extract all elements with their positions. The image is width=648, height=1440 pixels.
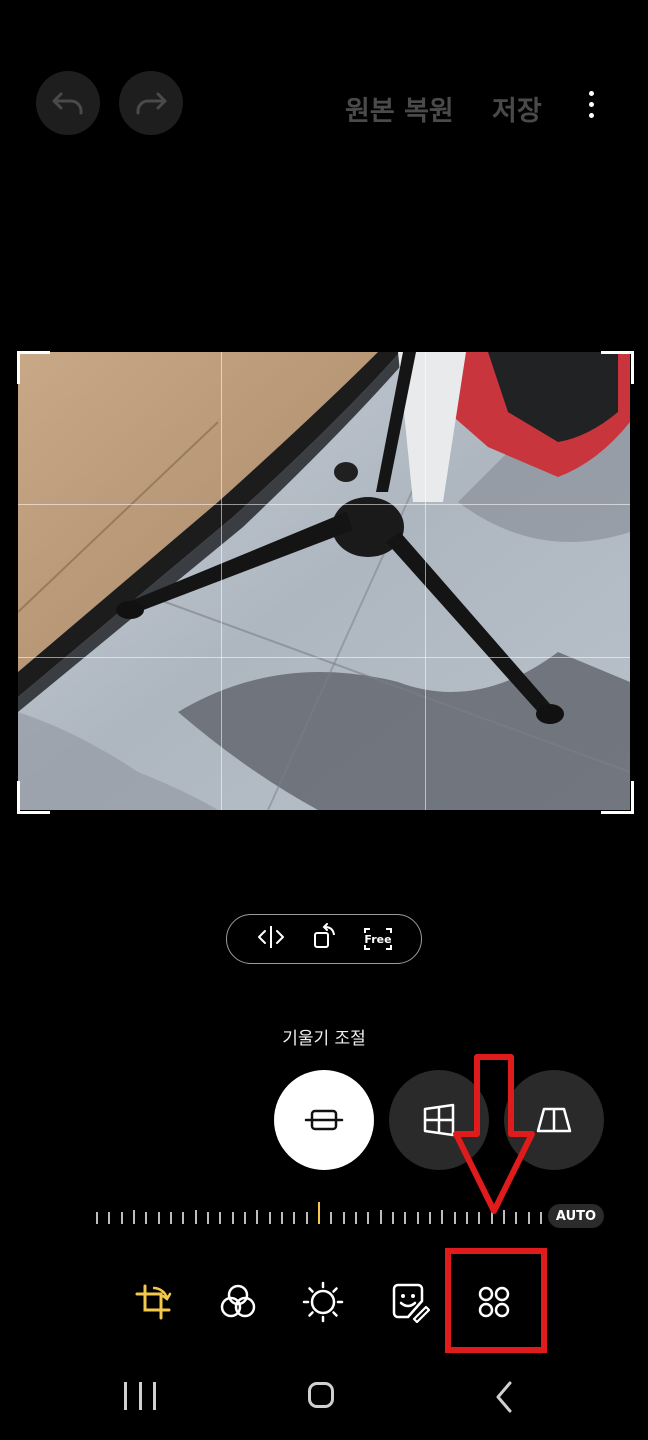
ruler-tick <box>293 1212 296 1224</box>
redo-icon <box>136 92 167 115</box>
sticker-tool[interactable] <box>384 1277 434 1327</box>
ruler-tick <box>404 1212 407 1224</box>
revert-button[interactable]: 원본 복원 <box>345 89 454 128</box>
red-annotation <box>445 1054 547 1353</box>
ruler-tick <box>96 1212 98 1224</box>
ruler-tick <box>367 1212 370 1224</box>
brightness-tool[interactable] <box>298 1277 348 1327</box>
adjust-title: 기울기 조절 <box>282 1029 366 1049</box>
brightness-icon <box>302 1281 344 1323</box>
home-icon[interactable] <box>308 1382 334 1408</box>
ruler-tick <box>108 1212 111 1224</box>
ruler-tick <box>120 1212 123 1224</box>
ruler-tick <box>268 1212 271 1224</box>
ruler-tick <box>281 1212 283 1224</box>
crop-handle-bottom-left[interactable] <box>17 781 50 814</box>
straighten-mode-button[interactable] <box>274 1070 374 1170</box>
aspect-free-button[interactable]: Free <box>363 926 393 952</box>
ruler-tick <box>231 1212 234 1224</box>
crop-handle-bottom-right[interactable] <box>601 781 634 814</box>
ruler-tick <box>256 1210 259 1224</box>
crop-rotate-tool[interactable] <box>128 1277 178 1327</box>
ruler-tick <box>379 1210 382 1224</box>
ruler-tick <box>305 1212 308 1224</box>
ruler-tick <box>355 1212 357 1224</box>
redo-button[interactable] <box>119 71 183 135</box>
ruler-tick <box>207 1212 209 1224</box>
ruler-tick <box>429 1212 431 1224</box>
undo-icon <box>52 92 83 115</box>
flip-horizontal-icon[interactable] <box>255 924 287 954</box>
rotate-icon[interactable] <box>311 923 339 955</box>
ruler-tick <box>219 1212 222 1224</box>
photo-canvas[interactable] <box>18 352 630 810</box>
crop-handle-top-left[interactable] <box>17 351 50 384</box>
ruler-tick <box>170 1212 172 1224</box>
ruler-center-tick <box>318 1202 320 1224</box>
ruler-tick <box>416 1212 419 1224</box>
ruler-tick <box>392 1212 394 1224</box>
ruler-tick <box>145 1212 148 1224</box>
undo-button[interactable] <box>36 71 100 135</box>
ruler-tick <box>157 1212 160 1224</box>
back-icon[interactable] <box>492 1380 516 1414</box>
sticker-icon <box>392 1283 430 1323</box>
auto-button[interactable]: AUTO <box>548 1204 604 1228</box>
filters-tool[interactable] <box>213 1277 263 1327</box>
straighten-icon <box>304 1109 344 1131</box>
filters-icon <box>220 1284 256 1318</box>
ruler-tick <box>194 1210 197 1224</box>
more-vert-icon[interactable] <box>576 84 606 124</box>
recent-apps-icon[interactable] <box>124 1382 156 1412</box>
crop-rotate-icon <box>135 1284 172 1320</box>
photo-image <box>18 352 630 810</box>
ruler-tick <box>182 1212 185 1224</box>
ruler-tick <box>244 1212 246 1224</box>
crop-handle-top-right[interactable] <box>601 351 634 384</box>
ruler-tick <box>330 1212 333 1224</box>
save-button[interactable]: 저장 <box>492 89 542 128</box>
aspect-free-label: Free <box>364 932 392 946</box>
transform-pill: Free <box>226 914 422 964</box>
ruler-tick <box>342 1212 345 1224</box>
ruler-tick <box>133 1210 135 1224</box>
